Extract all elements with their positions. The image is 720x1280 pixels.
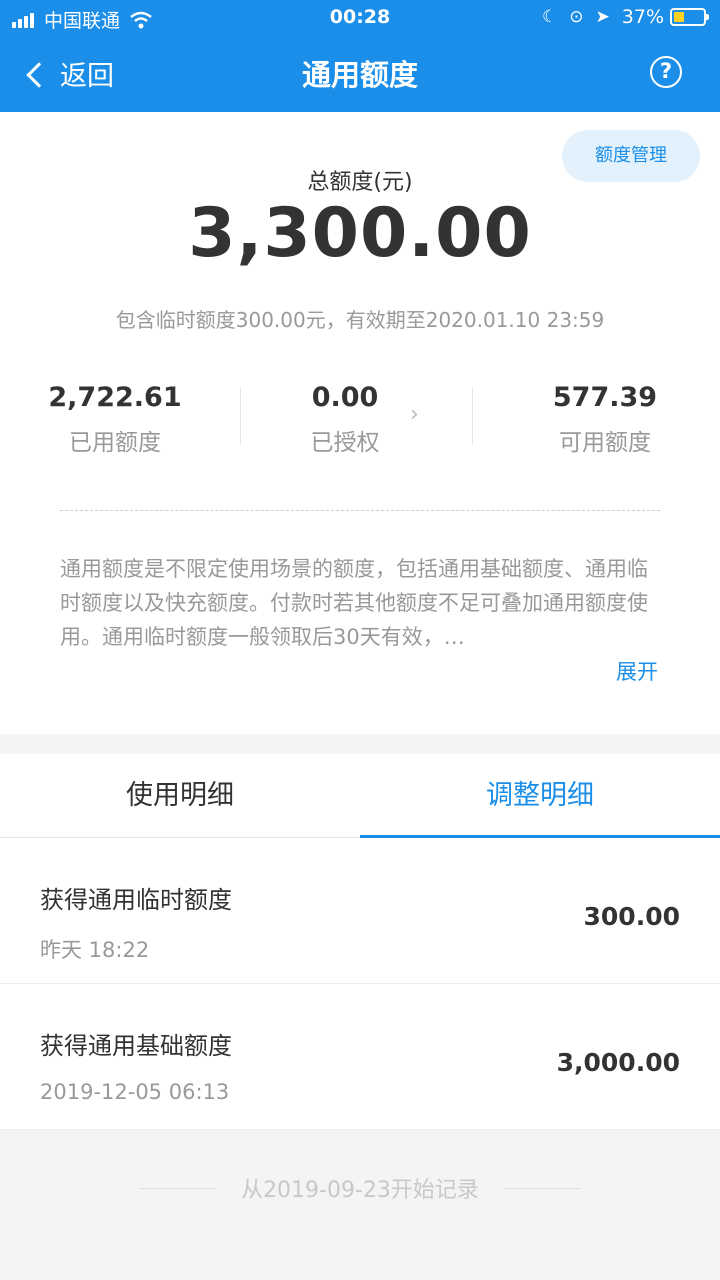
chevron-right-icon[interactable]: › <box>410 402 419 427</box>
moon-icon: ☾ <box>542 7 558 27</box>
record-list: 获得通用临时额度 昨天 18:22 300.00 获得通用基础额度 2019-1… <box>0 838 720 1130</box>
location-icon: ➤ <box>595 7 610 27</box>
status-right: ☾ ⊙ ➤ 37% <box>542 6 709 28</box>
status-bar: 中国联通 00:28 ☾ ⊙ ➤ 37% <box>0 0 720 36</box>
stat-authorized-label: 已授权 <box>310 430 380 456</box>
temporary-note: 包含临时额度300.00元，有效期至2020.01.10 23:59 <box>115 308 605 332</box>
tab-usage-details[interactable]: 使用明细 <box>0 754 360 838</box>
list-item[interactable]: 获得通用临时额度 昨天 18:22 300.00 <box>0 838 720 984</box>
record-title: 获得通用基础额度 <box>40 1032 232 1060</box>
record-amount: 3,000.00 <box>556 1048 680 1077</box>
stat-authorized[interactable]: 0.00 已授权 <box>270 382 420 457</box>
list-item[interactable]: 获得通用基础额度 2019-12-05 06:13 3,000.00 <box>0 984 720 1130</box>
battery-icon <box>670 8 709 26</box>
record-amount: 300.00 <box>583 902 680 931</box>
stat-divider <box>240 388 241 444</box>
tab-bar: 使用明细 调整明细 <box>0 754 720 838</box>
header: 中国联通 00:28 ☾ ⊙ ➤ 37% 返回 通用额度 ? <box>0 0 720 112</box>
battery-percent: 37% <box>621 6 664 28</box>
stat-used: 2,722.61 已用额度 <box>40 382 190 457</box>
stat-used-value: 2,722.61 <box>48 382 182 413</box>
record-title: 获得通用临时额度 <box>40 886 232 914</box>
footer-note: 从2019-09-23开始记录 <box>0 1172 720 1204</box>
stat-divider <box>472 388 473 444</box>
stat-available: 577.39 可用额度 <box>530 382 680 457</box>
rotation-lock-icon: ⊙ <box>569 7 584 27</box>
stat-authorized-value: 0.00 <box>311 382 379 413</box>
record-time: 昨天 18:22 <box>40 938 150 962</box>
stat-available-label: 可用额度 <box>559 430 651 456</box>
description: 通用额度是不限定使用场景的额度，包括通用基础额度、通用临时额度以及快充额度。付款… <box>60 557 648 649</box>
expand-link[interactable]: 展开 <box>616 656 658 686</box>
record-time: 2019-12-05 06:13 <box>40 1080 230 1104</box>
help-icon[interactable]: ? <box>650 56 682 88</box>
footer-text: 从2019-09-23开始记录 <box>241 1178 479 1203</box>
total-amount: 3,300.00 <box>188 194 532 273</box>
footer-line-left <box>139 1187 216 1189</box>
total-label: 总额度(元) <box>307 170 413 195</box>
stat-available-value: 577.39 <box>552 382 658 413</box>
dashed-divider <box>60 510 660 511</box>
footer-line-right <box>504 1187 581 1189</box>
nav-bar: 返回 通用额度 ? <box>0 36 720 112</box>
page-title: 通用额度 <box>301 58 418 92</box>
summary-card: 额度管理 总额度(元) 3,300.00 包含临时额度300.00元，有效期至2… <box>0 112 720 734</box>
stat-used-label: 已用额度 <box>69 430 161 456</box>
tab-adjustment-details[interactable]: 调整明细 <box>360 754 720 838</box>
